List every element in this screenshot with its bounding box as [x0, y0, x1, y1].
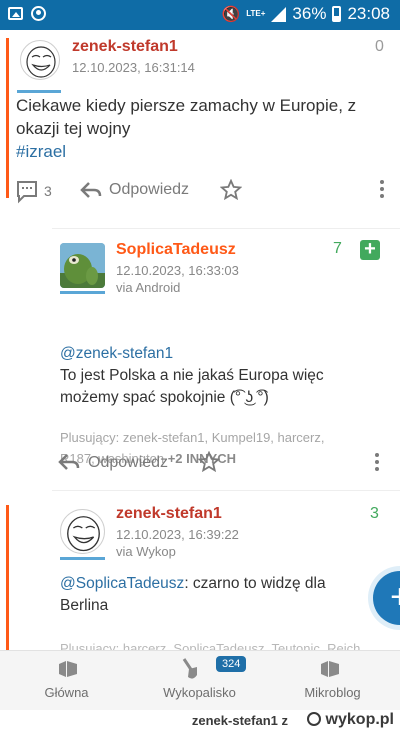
comment-card: SoplicaTadeusz 12.10.2023, 16:33:03 via …	[52, 228, 400, 478]
avatar[interactable]	[20, 40, 60, 80]
bottom-navigation: Główna Wykopalisko 324 Mikroblog	[0, 650, 400, 710]
author-color-bar	[6, 38, 9, 198]
comment-text: : czarno to widzę dla	[184, 575, 326, 592]
clock: 23:08	[347, 4, 390, 23]
mute-icon: 🔇	[221, 6, 241, 23]
comment-text-line: To jest Polska a nie jakaś Europa więc	[60, 367, 324, 384]
plusers-names[interactable]: zenek-stefan1, Kumpel19, harcerz,	[123, 430, 325, 445]
comments-count: 3	[44, 183, 52, 199]
mikroblog-icon	[321, 661, 339, 677]
network-type: LTE+	[246, 9, 266, 18]
author-color-bar	[6, 505, 9, 650]
comment-body: @SoplicaTadeusz: czarno to widzę dla Ber…	[60, 573, 360, 617]
comment-body: @zenek-stefan1 To jest Polska a nie jaka…	[60, 343, 396, 409]
troll-face-icon	[67, 516, 100, 552]
battery-percent: 36%	[292, 4, 327, 23]
avatar[interactable]	[60, 243, 105, 288]
more-options-icon[interactable]	[380, 180, 384, 198]
star-icon	[219, 178, 243, 201]
entry-thread[interactable]: zenek-stefan1 12.10.2023, 16:31:14 0 Cie…	[0, 30, 400, 650]
vote-count: 0	[375, 38, 384, 55]
signal-icon	[271, 6, 287, 22]
reply-label[interactable]: Odpowiedz	[88, 454, 168, 472]
shovel-icon	[182, 658, 197, 679]
watermark-username: zenek-stefan1	[191, 713, 278, 728]
watermark-site-name: wykop.pl	[325, 711, 394, 728]
gallery-notification-icon	[8, 7, 23, 20]
comment-source: via Android	[116, 280, 181, 295]
reply-button[interactable]	[58, 452, 80, 477]
comment-date: 12.10.2023, 16:39:22	[116, 527, 239, 542]
nav-item-wykopalisko[interactable]: Wykopalisko	[133, 651, 266, 711]
watermark-separator: z	[281, 713, 289, 728]
nav-label: Mikroblog	[304, 685, 361, 700]
reply-label[interactable]: Odpowiedz	[109, 181, 189, 199]
comment-text-line: możemy spać spokojnie (͡° ͜ʖ ͡°)	[60, 389, 269, 406]
post-body: Ciekawe kiedy piersze zamachy w Europie,…	[16, 94, 394, 163]
watermark-bar: zenek-stefan1 z wykop.pl	[0, 710, 400, 731]
home-icon	[59, 661, 77, 677]
reply-button[interactable]	[80, 180, 102, 205]
post-text-line: Ciekawe kiedy piersze zamachy w Europie,…	[16, 96, 357, 115]
comment-text-line: Berlina	[60, 597, 109, 614]
plus-icon: +	[373, 571, 400, 625]
mention-link[interactable]: @SoplicaTadeusz	[60, 575, 184, 592]
favorite-button[interactable]	[197, 450, 221, 478]
comments-icon	[17, 181, 37, 204]
vote-count: 7	[333, 240, 342, 257]
tag-link[interactable]: #izrael	[16, 140, 394, 163]
watermark-user: zenek-stefan1 z	[192, 713, 288, 728]
battery-icon	[332, 6, 342, 22]
comment-card: zenek-stefan1 12.10.2023, 16:39:22 via W…	[6, 490, 400, 650]
upvote-button[interactable]: +	[360, 239, 380, 260]
mention-link[interactable]: @zenek-stefan1	[60, 343, 396, 365]
plusers-list[interactable]: Plusujący: harcerz, SoplicaTadeusz, Teut…	[60, 641, 360, 650]
account-notification-icon	[31, 6, 46, 21]
troll-face-icon	[26, 46, 56, 78]
watermark-site: wykop.pl	[307, 711, 394, 729]
avatar-gender-line	[17, 90, 61, 93]
nav-item-mikroblog[interactable]: Mikroblog	[266, 651, 399, 711]
nav-item-glowna[interactable]: Główna	[0, 651, 133, 711]
author-name[interactable]: SoplicaTadeusz	[116, 241, 236, 259]
author-name[interactable]: zenek-stefan1	[116, 505, 222, 523]
reply-icon	[80, 182, 102, 198]
plusers-label: Plusujący:	[60, 430, 120, 445]
comments-button[interactable]	[16, 180, 38, 209]
avatar[interactable]	[60, 509, 105, 554]
more-options-icon[interactable]	[375, 453, 379, 471]
avatar-gender-line	[60, 291, 105, 294]
author-name[interactable]: zenek-stefan1	[72, 38, 178, 56]
post-date: 12.10.2023, 16:31:14	[72, 60, 195, 75]
post-text-line: okazji tej wojny	[16, 119, 131, 138]
reply-icon	[58, 454, 80, 470]
wykopalisko-count-badge: 324	[216, 656, 247, 672]
main-post: zenek-stefan1 12.10.2023, 16:31:14 0 Cie…	[0, 30, 400, 230]
star-icon	[197, 450, 221, 473]
status-bar: 🔇 LTE+ 36% 23:08	[0, 0, 400, 30]
wykop-logo-icon	[307, 712, 322, 726]
avatar-gender-line	[60, 557, 105, 560]
nav-label: Główna	[44, 685, 89, 700]
nav-label: Wykopalisko	[163, 685, 236, 700]
frog-avatar-icon	[60, 243, 105, 288]
vote-count: 3	[370, 505, 379, 522]
comment-source: via Wykop	[116, 544, 176, 559]
comment-date: 12.10.2023, 16:33:03	[116, 263, 239, 278]
favorite-button[interactable]	[219, 178, 243, 206]
